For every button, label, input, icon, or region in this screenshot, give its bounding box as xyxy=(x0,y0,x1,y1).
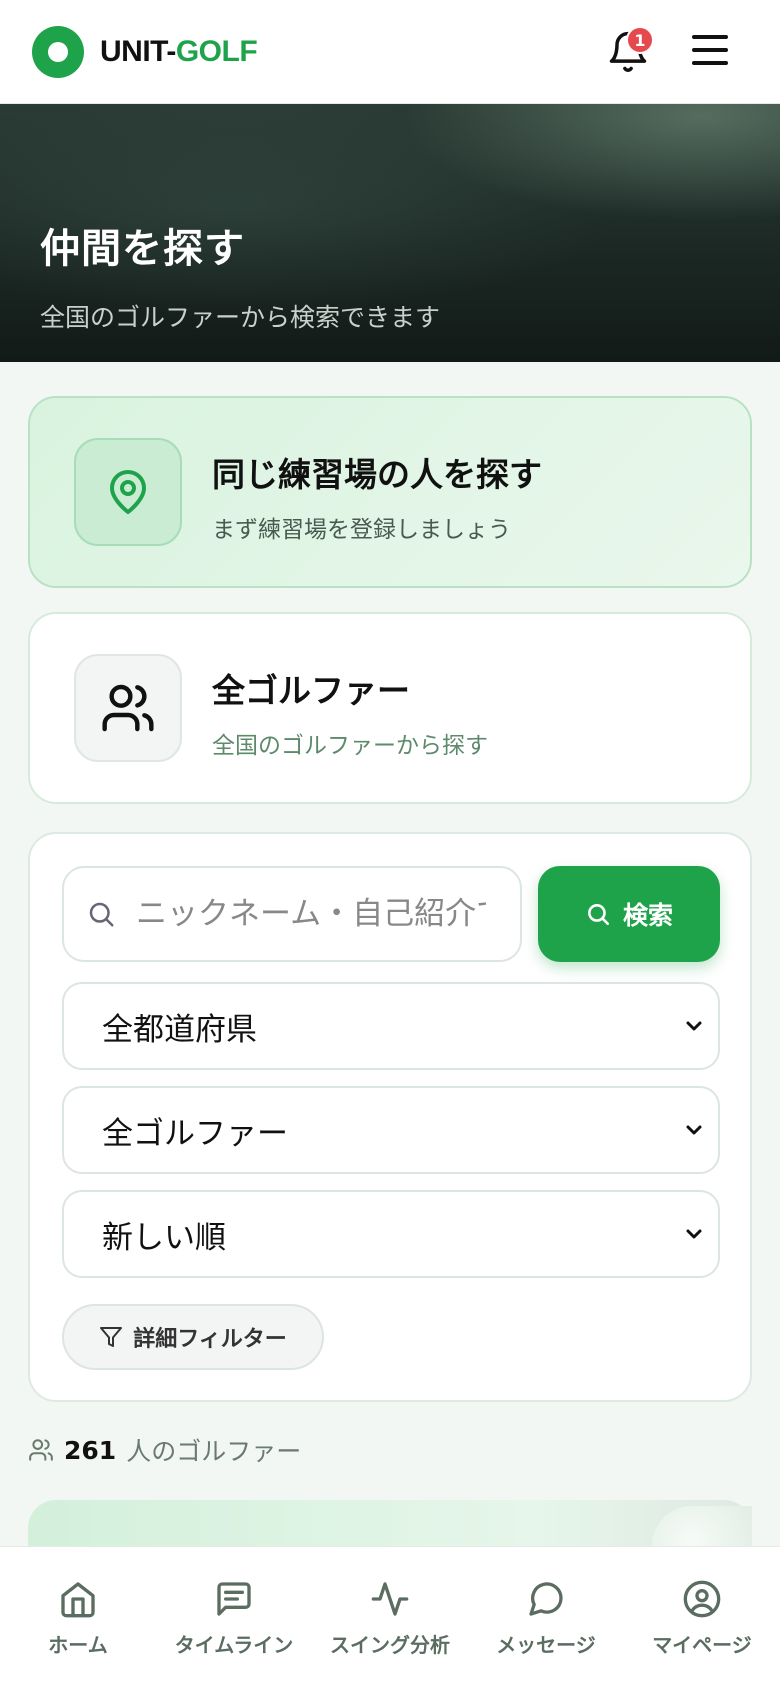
search-field[interactable] xyxy=(62,866,522,962)
same-range-card[interactable]: 同じ練習場の人を探す まず練習場を登録しましょう xyxy=(28,396,752,588)
hero-banner: 仲間を探す 全国のゴルファーから検索できます xyxy=(0,104,780,362)
result-count-number: 261 xyxy=(64,1435,117,1465)
nav-swing-analysis[interactable]: スイング分析 xyxy=(314,1579,466,1658)
activity-icon xyxy=(371,1582,409,1616)
all-golfers-card[interactable]: 全ゴルファー 全国のゴルファーから探す xyxy=(28,612,752,804)
app-header: UNIT-GOLF xyxy=(0,0,780,104)
result-count-label: 人のゴルファー xyxy=(126,1437,302,1466)
search-panel: 検索 全都道府県 全ゴルファー 新しい順 詳細フィルター xyxy=(28,832,752,1402)
prefecture-value: 全都道府県 xyxy=(102,1011,257,1048)
search-icon xyxy=(89,902,114,927)
page-subtitle: 全国のゴルファーから検索できます xyxy=(40,303,441,332)
sort-value: 新しい順 xyxy=(102,1219,226,1256)
map-pin-icon xyxy=(74,438,182,546)
nav-mypage[interactable]: マイページ xyxy=(626,1579,778,1658)
nav-label: スイング分析 xyxy=(330,1633,450,1657)
page-title: 仲間を探す xyxy=(40,226,245,272)
result-count: 261 人のゴルファー xyxy=(28,1432,301,1468)
hamburger-menu-icon[interactable] xyxy=(690,32,730,72)
search-icon xyxy=(588,904,610,926)
same-range-subtitle: まず練習場を登録しましょう xyxy=(212,517,511,543)
search-button-label: 検索 xyxy=(622,901,673,930)
nav-label: マイページ xyxy=(652,1633,752,1657)
nav-messages[interactable]: メッセージ xyxy=(470,1579,622,1658)
message-icon xyxy=(529,1582,563,1616)
detail-filter-button[interactable]: 詳細フィルター xyxy=(62,1304,324,1370)
nav-label: ホーム xyxy=(48,1633,108,1657)
nav-label: メッセージ xyxy=(496,1633,596,1657)
logo-icon xyxy=(32,25,84,78)
same-range-title: 同じ練習場の人を探す xyxy=(212,455,542,494)
chevron-down-icon xyxy=(686,1021,702,1031)
home-icon xyxy=(61,1582,95,1618)
notification-badge: 1 xyxy=(626,26,654,54)
chevron-down-icon xyxy=(686,1229,702,1239)
golfer-type-select[interactable]: 全ゴルファー xyxy=(62,1086,720,1174)
timeline-icon xyxy=(217,1582,251,1616)
users-icon xyxy=(29,1439,53,1461)
nav-home[interactable]: ホーム xyxy=(2,1579,154,1658)
nav-timeline[interactable]: タイムライン xyxy=(158,1579,310,1658)
golfer-type-value: 全ゴルファー xyxy=(102,1115,288,1152)
app-logo[interactable]: UNIT-GOLF xyxy=(100,35,258,69)
prefecture-select[interactable]: 全都道府県 xyxy=(62,982,720,1070)
filter-icon xyxy=(100,1327,123,1347)
user-circle-icon xyxy=(683,1580,721,1618)
bottom-nav: ホーム タイムライン スイング分析 メッセージ マイページ xyxy=(0,1546,780,1688)
detail-filter-label: 詳細フィルター xyxy=(133,1327,287,1352)
sort-select[interactable]: 新しい順 xyxy=(62,1190,720,1278)
users-icon xyxy=(74,654,182,762)
all-golfers-subtitle: 全国のゴルファーから探す xyxy=(212,733,488,759)
chevron-down-icon xyxy=(686,1125,702,1135)
all-golfers-title: 全ゴルファー xyxy=(212,671,410,710)
search-input[interactable] xyxy=(136,896,486,932)
nav-label: タイムライン xyxy=(174,1633,294,1657)
search-button[interactable]: 検索 xyxy=(538,866,720,962)
